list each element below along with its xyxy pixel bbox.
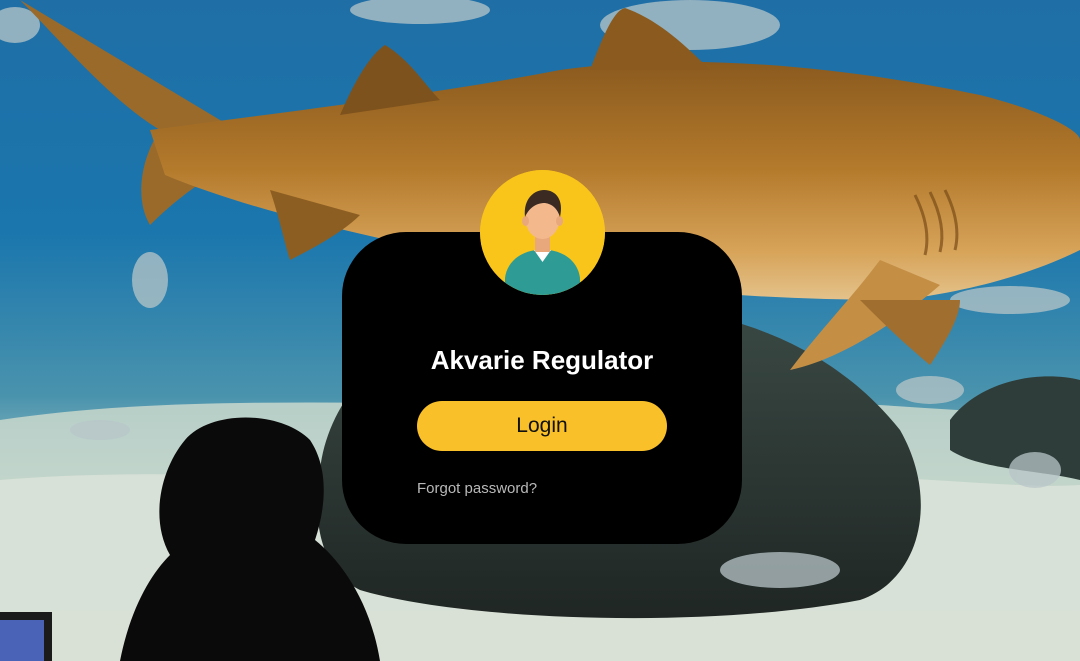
- login-screen: Akvarie Regulator Login Forgot password?: [0, 0, 1080, 661]
- monitor-corner: [0, 612, 52, 661]
- user-avatar-icon: [480, 170, 605, 295]
- app-title: Akvarie Regulator: [430, 345, 654, 375]
- forgot-password-link[interactable]: Forgot password?: [417, 480, 537, 497]
- login-button[interactable]: Login: [417, 401, 667, 451]
